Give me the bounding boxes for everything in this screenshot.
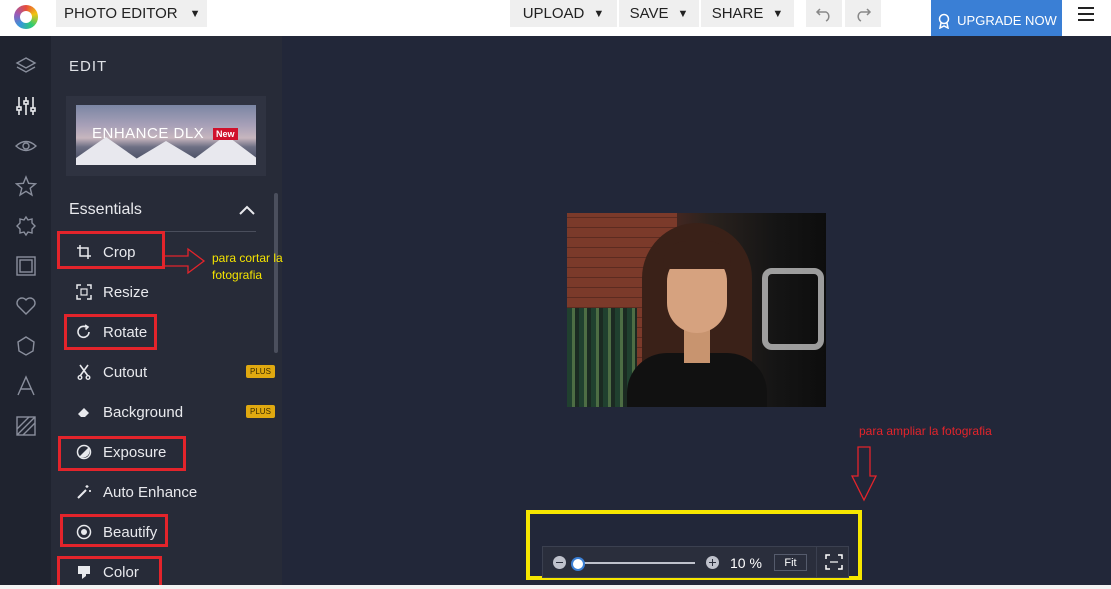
arrow-down-icon [850, 446, 878, 502]
color-highlight-box [57, 556, 162, 588]
zoom-note: para ampliar la fotografia [859, 424, 992, 438]
redo-button[interactable] [845, 0, 881, 27]
badge-icon[interactable] [14, 214, 38, 238]
text-icon[interactable] [14, 374, 38, 398]
app-menu-dropdown[interactable]: PHOTO EDITOR ▼ [56, 0, 207, 27]
hamburger-menu-icon[interactable] [1078, 7, 1094, 21]
zoom-slider-knob[interactable] [571, 557, 585, 571]
chevron-up-icon[interactable] [238, 203, 256, 217]
rotate-highlight-box [64, 314, 157, 350]
bottom-edge [0, 585, 1111, 589]
upload-label: UPLOAD [522, 5, 585, 22]
panel-title: EDIT [69, 58, 108, 75]
upgrade-now-button[interactable]: UPGRADE NOW [931, 0, 1062, 41]
new-badge: New [213, 128, 238, 140]
section-title: Essentials [69, 201, 142, 218]
essentials-section-header[interactable]: Essentials [69, 201, 256, 232]
app-logo[interactable] [14, 5, 38, 29]
caret-down-icon: ▼ [593, 7, 605, 20]
plus-badge: PLUS [246, 365, 275, 378]
zoom-in-icon[interactable] [706, 556, 719, 569]
share-label: SHARE [711, 5, 764, 22]
zoom-slider-track[interactable] [579, 562, 695, 564]
enhance-dlx-banner[interactable]: ENHANCE DLX New [66, 96, 266, 176]
photo-image[interactable] [567, 213, 826, 407]
top-bar: PHOTO EDITOR ▼ UPLOAD ▼ SAVE ▼ SHARE ▼ U… [0, 0, 1111, 41]
caret-down-icon: ▼ [772, 7, 784, 20]
caret-down-icon: ▼ [189, 7, 201, 20]
upgrade-label: UPGRADE NOW [957, 13, 1057, 28]
banner-text: ENHANCE DLX [92, 125, 205, 142]
share-button[interactable]: SHARE ▼ [701, 0, 794, 27]
texture-icon[interactable] [14, 414, 38, 438]
sliders-icon[interactable] [14, 94, 38, 118]
resize-icon [75, 283, 93, 301]
tool-background[interactable]: Background PLUS [75, 400, 275, 424]
award-icon [938, 13, 950, 29]
banner-image: ENHANCE DLX New [76, 105, 256, 165]
zoom-level: 10 % [730, 555, 762, 571]
zoom-out-icon[interactable] [553, 556, 566, 569]
sticker-icon[interactable] [14, 334, 38, 358]
tool-label: Cutout [103, 363, 148, 381]
undo-button[interactable] [806, 0, 842, 27]
caret-down-icon: ▼ [677, 7, 689, 20]
tool-rail [0, 36, 51, 585]
zoom-bar: 10 % Fit [542, 546, 849, 578]
frame-icon[interactable] [14, 254, 38, 278]
crop-note: para cortar la fotografia [212, 251, 283, 282]
eraser-icon [75, 403, 93, 421]
tool-label: Resize [103, 283, 149, 301]
fullscreen-button[interactable] [816, 547, 850, 577]
crop-highlight-box [57, 231, 165, 269]
magic-wand-icon [75, 483, 93, 501]
redo-icon [857, 7, 872, 22]
scissors-icon [75, 363, 93, 381]
undo-icon [815, 7, 830, 22]
layers-icon[interactable] [14, 54, 38, 78]
heart-icon[interactable] [14, 294, 38, 318]
tool-auto-enhance[interactable]: Auto Enhance [75, 480, 275, 504]
fullscreen-icon [824, 554, 843, 570]
save-label: SAVE [629, 5, 669, 22]
app-menu-label: PHOTO EDITOR [64, 5, 178, 22]
tool-cutout[interactable]: Cutout PLUS [75, 360, 275, 384]
arrow-right-icon [163, 247, 206, 275]
save-button[interactable]: SAVE ▼ [619, 0, 699, 27]
edit-panel: EDIT ENHANCE DLX New Essentials Crop Res… [51, 36, 282, 585]
tool-label: Auto Enhance [103, 483, 198, 501]
tool-label: Background [103, 403, 184, 421]
fit-button[interactable]: Fit [774, 554, 807, 571]
eye-icon[interactable] [14, 134, 38, 158]
upload-button[interactable]: UPLOAD ▼ [510, 0, 617, 27]
star-icon[interactable] [14, 174, 38, 198]
beautify-highlight-box [60, 514, 168, 547]
exposure-highlight-box [58, 436, 186, 471]
plus-badge: PLUS [246, 405, 275, 418]
photo-canvas[interactable] [282, 36, 1111, 585]
